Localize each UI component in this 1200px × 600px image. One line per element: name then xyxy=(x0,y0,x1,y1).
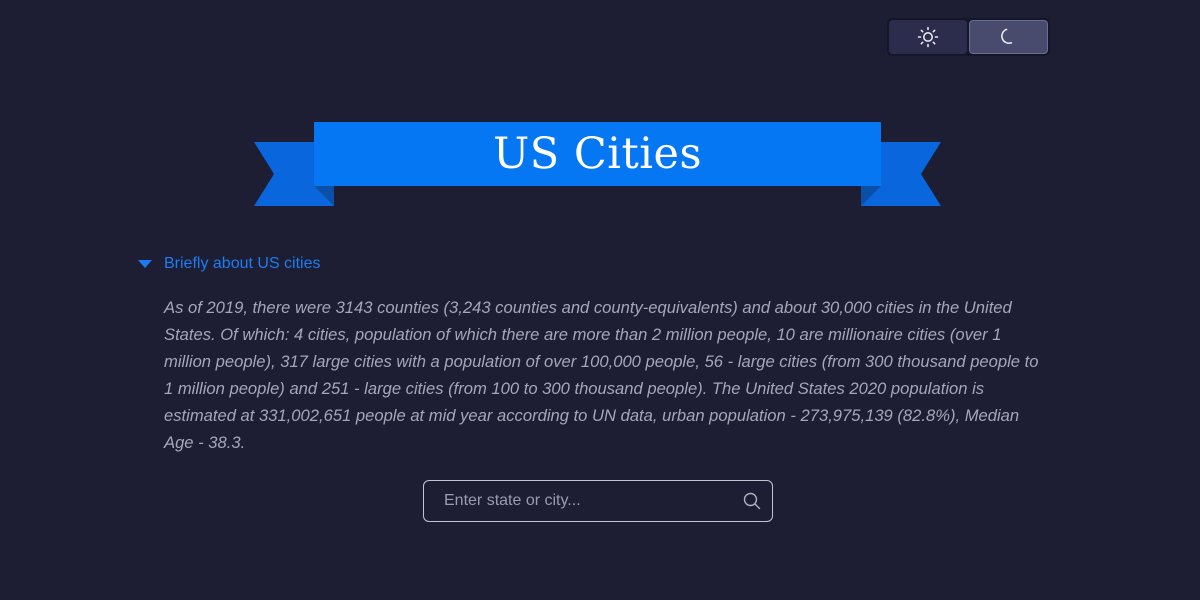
search-box xyxy=(423,480,773,522)
sun-icon xyxy=(917,26,939,48)
title-ribbon: US Cities xyxy=(254,122,942,208)
page-title: US Cities xyxy=(492,129,703,179)
about-summary-toggle[interactable]: Briefly about US cities xyxy=(138,252,321,276)
search-input[interactable] xyxy=(424,480,732,522)
theme-toggle xyxy=(887,18,1050,56)
caret-down-icon xyxy=(138,260,152,268)
search-icon[interactable] xyxy=(732,492,772,510)
dark-theme-button[interactable] xyxy=(968,20,1048,54)
about-text: As of 2019, there were 3143 counties (3,… xyxy=(164,298,1039,452)
moon-icon xyxy=(1001,28,1013,45)
light-theme-button[interactable] xyxy=(889,20,967,54)
about-summary-label: Briefly about US cities xyxy=(164,255,321,272)
